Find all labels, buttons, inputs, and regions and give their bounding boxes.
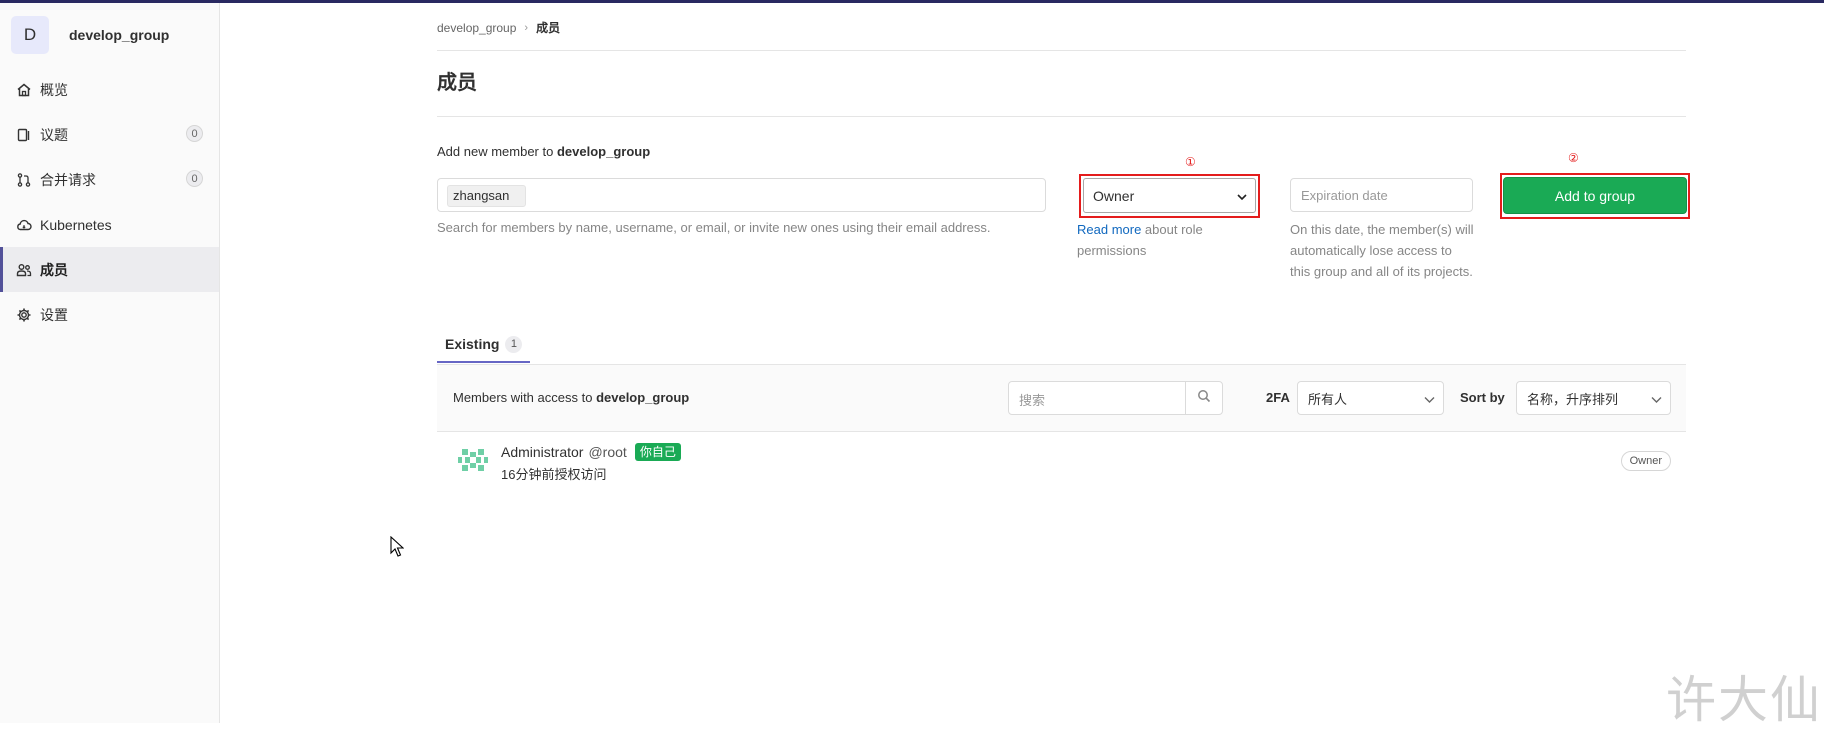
sidebar-item-issues[interactable]: 议题 0: [0, 112, 219, 157]
tab-existing[interactable]: Existing 1: [437, 325, 531, 363]
member-name-line: Administrator @root 你自己: [501, 443, 681, 461]
role-select[interactable]: Owner: [1083, 178, 1256, 213]
members-access-label: Members with access to develop_group: [453, 390, 690, 405]
member-row: Administrator @root 你自己 16分钟前授权访问 Owner: [437, 433, 1686, 493]
breadcrumb: develop_group › 成员: [437, 19, 560, 36]
role-step-marker: ①: [1185, 155, 1196, 169]
cloud-icon: [15, 216, 33, 234]
top-accent-bar: [0, 0, 1824, 3]
sidebar-item-label: 合并请求: [40, 171, 96, 188]
member-username: @root: [588, 444, 627, 460]
search-button[interactable]: [1185, 382, 1222, 414]
divider: [437, 50, 1686, 51]
group-avatar[interactable]: D: [11, 16, 49, 54]
search-icon: [1197, 389, 1211, 408]
member-search-input[interactable]: zhangsan: [437, 178, 1046, 212]
member-access-time: 16分钟前授权访问: [501, 467, 607, 482]
sidebar-item-label: 成员: [40, 261, 68, 278]
sidebar-item-overview[interactable]: 概览: [0, 67, 219, 112]
merge-request-icon: [15, 171, 33, 189]
sidebar-nav: 概览 议题 0 合并请求 0 Kubernetes 成员 设置: [0, 67, 219, 337]
read-more-link[interactable]: Read more: [1077, 222, 1141, 237]
chevron-down-icon: [1651, 393, 1662, 408]
sidebar-item-settings[interactable]: 设置: [0, 292, 219, 337]
twofa-label: 2FA: [1266, 390, 1290, 405]
issues-count-badge: 0: [186, 125, 203, 142]
chevron-down-icon: [1237, 189, 1247, 205]
breadcrumb-group-link[interactable]: develop_group: [437, 21, 516, 35]
expiration-date-input[interactable]: Expiration date: [1290, 178, 1473, 212]
member-role-badge: Owner: [1620, 451, 1671, 471]
sidebar-item-kubernetes[interactable]: Kubernetes: [0, 202, 219, 247]
sidebar-item-label: 概览: [40, 81, 68, 98]
merge-requests-count-badge: 0: [186, 170, 203, 187]
sidebar-item-merge-requests[interactable]: 合并请求 0: [0, 157, 219, 202]
watermark-text: 许大仙: [1666, 671, 1822, 729]
existing-count-badge: 1: [505, 335, 523, 353]
add-to-group-button[interactable]: Add to group: [1503, 177, 1687, 214]
home-icon: [15, 81, 33, 99]
chevron-right-icon: ›: [524, 21, 529, 34]
member-search-help: Search for members by name, username, or…: [437, 220, 991, 235]
sort-dropdown[interactable]: 名称，升序排列: [1516, 381, 1671, 415]
member-avatar[interactable]: [454, 441, 492, 479]
gear-icon: [15, 306, 33, 324]
member-filter-search[interactable]: 搜索: [1008, 381, 1223, 415]
member-name[interactable]: Administrator: [501, 444, 583, 460]
add-step-marker: ②: [1568, 151, 1579, 165]
search-placeholder: 搜索: [1019, 393, 1046, 408]
users-icon: [15, 261, 33, 279]
sort-label: Sort by: [1460, 390, 1505, 405]
member-token[interactable]: zhangsan: [447, 185, 527, 207]
members-filter-bar: Members with access to develop_group 搜索 …: [437, 364, 1686, 432]
its-you-badge: 你自己: [634, 443, 681, 461]
member-tabs: Existing 1: [437, 325, 531, 363]
chevron-down-icon: [1424, 393, 1435, 408]
role-help: Read more about role permissions: [1077, 222, 1203, 258]
twofa-dropdown[interactable]: 所有人: [1297, 381, 1444, 415]
sidebar-item-label: Kubernetes: [40, 216, 112, 233]
sidebar: D develop_group 概览 议题 0 合并请求 0 Kubernete…: [0, 3, 220, 723]
add-member-label: Add new member to develop_group: [437, 144, 651, 159]
sidebar-item-members[interactable]: 成员: [0, 247, 219, 292]
divider: [437, 116, 1686, 117]
issues-icon: [15, 126, 33, 144]
sidebar-item-label: 议题: [40, 126, 68, 143]
expiration-help: On this date, the member(s) will automat…: [1290, 222, 1474, 279]
group-name[interactable]: develop_group: [69, 27, 169, 43]
sidebar-group-header[interactable]: D develop_group: [11, 16, 169, 54]
page-title: 成员: [437, 72, 477, 94]
sidebar-item-label: 设置: [40, 306, 68, 323]
mouse-cursor-icon: [390, 535, 405, 563]
breadcrumb-current[interactable]: 成员: [536, 19, 560, 36]
